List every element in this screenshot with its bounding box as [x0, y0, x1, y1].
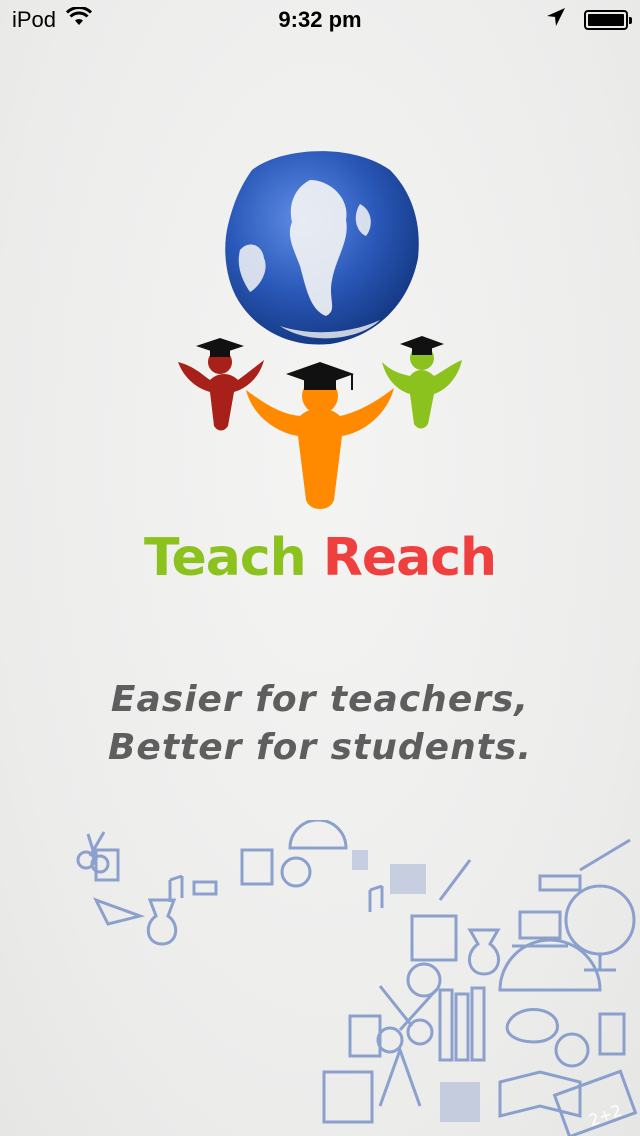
- clock-icon: [406, 962, 442, 998]
- palette-icon: [505, 1008, 559, 1044]
- chalkboard-text: 2+2: [586, 1101, 624, 1130]
- globe-doodle-icon: [564, 884, 636, 972]
- pencil-icon: [579, 838, 631, 872]
- wifi-icon: [65, 6, 93, 33]
- carrier-label: iPod: [12, 7, 57, 32]
- clock-icon: [280, 856, 312, 888]
- notebook-icon: [322, 1070, 374, 1124]
- glue-icon: [598, 1012, 626, 1056]
- location-arrow-icon: [546, 7, 566, 33]
- tagline-line-2: Better for students.: [107, 727, 533, 768]
- glue-icon: [348, 1014, 382, 1058]
- protractor-icon: [288, 820, 348, 850]
- battery-icon: [584, 10, 632, 30]
- pencil-icon: [438, 859, 472, 901]
- school-doodles-illustration: 2+2: [76, 820, 638, 1136]
- calculator-icon: [240, 848, 274, 886]
- brand-word-teach: Teach: [143, 528, 307, 588]
- scissors-icon: [76, 831, 110, 874]
- music-note-icon: [168, 874, 184, 902]
- flask-icon: [467, 928, 501, 976]
- status-bar: iPod 9:32 pm: [0, 0, 640, 40]
- diploma-icon: [538, 874, 582, 892]
- red-graduate-figure: [178, 338, 264, 431]
- tagline: Easier for teachers, Better for students…: [0, 676, 640, 772]
- flask-icon: [146, 898, 178, 946]
- open-book-icon: [498, 1070, 582, 1118]
- calculator-icon: [410, 914, 458, 962]
- orange-graduate-figure: [246, 362, 394, 509]
- tagline-line-1: Easier for teachers,: [110, 679, 530, 720]
- compass-icon: [378, 1045, 422, 1107]
- books-icon: [438, 986, 486, 1062]
- paper-plane-icon: [92, 897, 146, 926]
- teach-reach-logo: [178, 146, 462, 509]
- music-note-icon: [368, 884, 384, 912]
- globe-icon: [224, 146, 419, 345]
- green-graduate-figure: [382, 336, 462, 429]
- clock: 9:32 pm: [278, 7, 362, 32]
- diploma-icon: [192, 880, 218, 896]
- clock-icon: [554, 1032, 590, 1068]
- brand-word-reach: Reach: [322, 528, 497, 588]
- app-name: Teach Reach: [0, 528, 640, 588]
